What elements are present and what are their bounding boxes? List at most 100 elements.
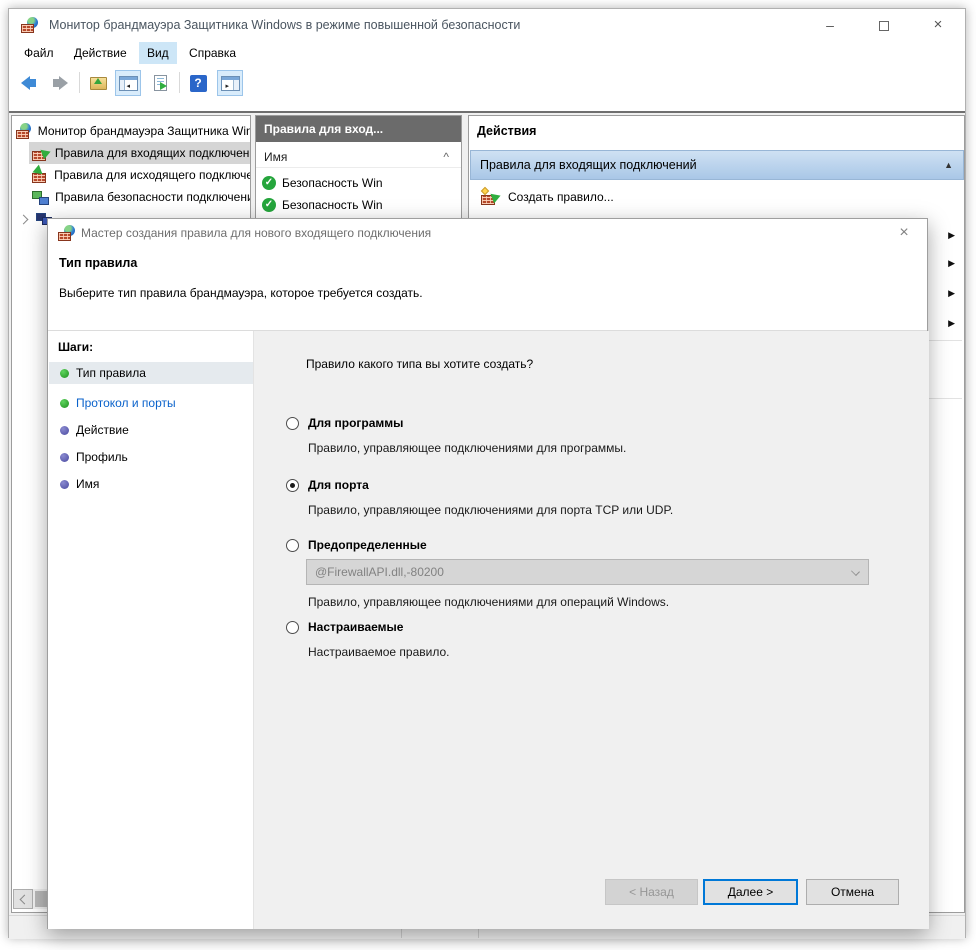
option-label-program[interactable]: Для программы [308,416,403,430]
firewall-icon [21,17,39,33]
step-bullet-icon [60,480,69,489]
titlebar: Монитор брандмауэра Защитника Windows в … [9,9,965,41]
close-icon: × [934,16,943,33]
back-arrow-icon [21,76,36,90]
column-header-name[interactable]: Имя ^ [256,146,461,168]
submenu-arrow-icon: ▶ [948,230,955,241]
action-new-rule[interactable]: Создать правило... [469,184,963,210]
console-tree-icon: ◂ [119,76,138,91]
step-profile[interactable]: Профиль [49,446,253,468]
toolbar-separator [179,72,180,93]
inbound-rule-icon [32,146,49,161]
step-action[interactable]: Действие [49,419,253,441]
option-label-port[interactable]: Для порта [308,478,369,492]
nav-back-button[interactable] [15,70,41,96]
screen: Монитор брандмауэра Защитника Windows в … [0,0,976,950]
dialog-title: Мастер создания правила для нового входя… [81,226,431,240]
console-tree-toggle-button[interactable]: ◂ [115,70,141,96]
step-rule-type[interactable]: Тип правила [49,362,253,384]
option-desc-predefined: Правило, управляющее подключениями для о… [308,595,669,609]
action-pane-toggle-button[interactable]: ▸ [217,70,243,96]
forward-arrow-icon [53,76,68,90]
check-icon: ✓ [262,198,276,212]
chevron-down-icon [851,567,860,576]
chevron-left-icon [20,894,30,904]
menu-item-view[interactable]: Вид [139,42,177,64]
step-bullet-icon [60,453,69,462]
option-desc-custom: Настраиваемое правило. [308,645,449,659]
radio-port[interactable] [286,479,299,492]
minimize-icon: – [826,17,834,33]
cancel-button[interactable]: Отмена [806,879,899,905]
toolbar: ◂ ? ▸ [9,67,965,99]
step-label: Тип правила [76,366,146,380]
submenu-arrow-icon: ▶ [948,288,955,299]
tree-item-connection-security-rules[interactable]: Правила безопасности подключения [12,186,250,208]
radio-predefined[interactable] [286,539,299,552]
collapse-icon[interactable]: ▲ [944,160,953,170]
dropdown-value: @FirewallAPI.dll,-80200 [315,565,444,579]
step-bullet-icon [60,426,69,435]
maximize-button[interactable] [858,10,910,40]
actions-group-header[interactable]: Правила для входящих подключений ▲ [470,150,964,180]
toolbar-separator [79,72,80,93]
menu-item-action[interactable]: Действие [66,42,135,64]
dialog-titlebar: Мастер создания правила для нового входя… [48,219,927,247]
sort-asc-icon[interactable]: ^ [443,146,449,168]
next-button[interactable]: Далее > [703,879,798,905]
option-label-custom[interactable]: Настраиваемые [308,620,403,634]
firewall-icon [16,123,32,139]
dialog-close-button[interactable]: × [889,220,919,246]
tree-item-outbound-rules[interactable]: Правила для исходящего подключения [12,164,250,186]
action-label: Создать правило... [508,190,614,204]
tree-item-label: Правила для исходящего подключения [54,168,250,182]
nav-forward-button[interactable] [47,70,73,96]
help-icon: ? [190,75,207,92]
list-row[interactable]: ✓ Безопасность Win [256,172,461,194]
maximize-icon [879,21,889,31]
menu-item-help[interactable]: Справка [181,42,244,64]
column-label: Имя [264,150,287,164]
menubar: Файл Действие Вид Справка [9,41,965,67]
scroll-left-button[interactable] [13,889,33,909]
check-icon: ✓ [262,176,276,190]
step-label: Имя [76,477,99,491]
step-protocol-ports[interactable]: Протокол и порты [49,392,253,414]
page-title: Тип правила [59,256,137,270]
new-rule-wizard-dialog: Мастер создания правила для нового входя… [47,218,928,929]
menu-item-file[interactable]: Файл [16,42,62,64]
up-level-button[interactable] [85,70,111,96]
tree-root[interactable]: Монитор брандмауэра Защитника Windows [12,120,250,142]
step-label: Профиль [76,450,128,464]
step-name[interactable]: Имя [49,473,253,495]
list-panel-header[interactable]: Правила для вход... [256,116,461,142]
close-button[interactable]: × [912,10,964,40]
step-bullet-icon [60,399,69,408]
window-title: Монитор брандмауэра Защитника Windows в … [49,18,520,32]
export-list-button[interactable] [147,70,173,96]
list-row[interactable]: ✓ Безопасность Win [256,194,461,216]
option-label-predefined[interactable]: Предопределенные [308,538,427,552]
action-pane-icon: ▸ [221,76,240,91]
submenu-arrow-icon: ▶ [948,258,955,269]
back-button[interactable]: < Назад [605,879,698,905]
step-label: Протокол и порты [76,396,176,410]
submenu-arrow-icon: ▶ [948,318,955,329]
actions-group-label: Правила для входящих подключений [480,158,697,172]
steps-panel: Шаги: Тип правила Протокол и порты Дейст… [48,331,254,929]
tree-root-label: Монитор брандмауэра Защитника Windows [38,124,250,138]
radio-program[interactable] [286,417,299,430]
steps-label: Шаги: [58,340,93,354]
radio-custom[interactable] [286,621,299,634]
expand-chevron-icon[interactable] [19,214,29,224]
question-text: Правило какого типа вы хотите создать? [306,357,533,371]
option-desc-port: Правило, управляющее подключениями для п… [308,503,673,517]
minimize-button[interactable]: – [804,10,856,40]
page-subtitle: Выберите тип правила брандмауэра, которо… [59,286,423,300]
predefined-rules-dropdown[interactable]: @FirewallAPI.dll,-80200 [306,559,869,585]
help-button[interactable]: ? [185,70,211,96]
close-icon: × [899,224,908,241]
tree-item-inbound-rules[interactable]: Правила для входящих подключений [12,142,250,164]
step-bullet-icon [60,369,69,378]
rule-name: Безопасность Win [282,176,383,190]
